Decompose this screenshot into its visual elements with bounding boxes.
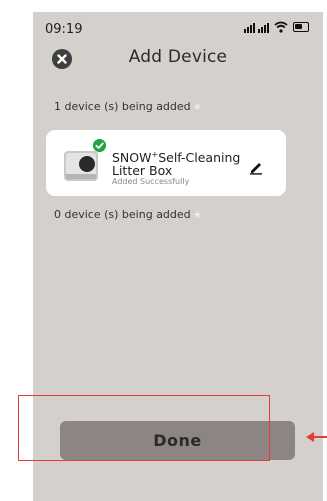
loading-icon: ✳ [193, 211, 202, 221]
device-card[interactable]: SNOW+Self-Cleaning Litter Box Added Succ… [46, 130, 286, 196]
status-bar: 09:19 [33, 12, 323, 40]
battery-icon [293, 22, 309, 32]
signal-icon [244, 21, 269, 33]
device-status: Added Successfully [112, 177, 190, 186]
adding-count-text: 1 device (s) being added [54, 100, 191, 113]
loading-icon: ✳ [193, 103, 202, 113]
highlight-frame [18, 395, 270, 461]
pending-count-label: 0 device (s) being added ✳ [54, 208, 201, 221]
edit-pencil-icon[interactable] [248, 159, 264, 175]
status-icons [244, 21, 309, 33]
device-name: SNOW+Self-Cleaning Litter Box [112, 148, 247, 177]
check-icon [93, 139, 106, 152]
wifi-icon [274, 21, 288, 33]
page-title: Add Device [128, 47, 228, 67]
status-time: 09:19 [45, 22, 83, 37]
adding-count-label: 1 device (s) being added ✳ [54, 100, 201, 113]
pending-count-text: 0 device (s) being added [54, 208, 191, 221]
arrow-pointer-icon [306, 432, 327, 442]
